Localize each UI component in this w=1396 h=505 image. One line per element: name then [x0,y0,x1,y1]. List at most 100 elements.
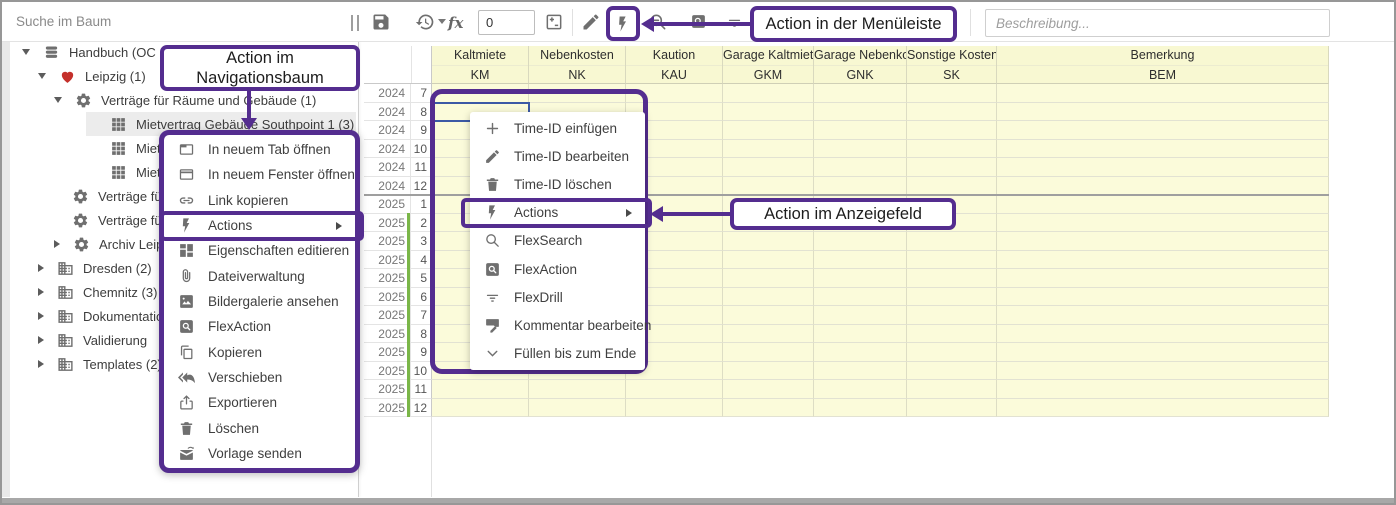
grid-menu-item[interactable]: FlexAction [470,255,645,283]
row-year-label[interactable]: 2025 [364,399,411,418]
grid-menu-item[interactable]: Kommentar bearbeiten [470,312,645,340]
calculator-icon[interactable] [544,12,564,32]
grid-cell[interactable] [814,232,907,251]
row-year-label[interactable]: 2025 [364,288,411,307]
grid-cell[interactable] [814,84,907,103]
grid-cell[interactable] [907,232,997,251]
nav-menu-item[interactable]: Kopieren [164,340,355,365]
grid-cell[interactable] [907,121,997,140]
row-month-label[interactable]: 10 [411,140,432,159]
nav-menu-item[interactable]: Dateiverwaltung [164,264,355,289]
grid-cell[interactable] [723,269,814,288]
grid-cell[interactable] [529,380,626,399]
panel-drag-handle[interactable] [351,15,359,31]
row-year-label[interactable]: 2024 [364,177,411,196]
flash-icon[interactable] [614,15,632,33]
grid-cell[interactable] [814,362,907,381]
row-month-label[interactable]: 7 [411,84,432,103]
row-year-label[interactable]: 2025 [364,232,411,251]
expander-closed-icon[interactable] [38,264,44,272]
tree-item[interactable]: Verträge für Räume und Gebäude (1) [4,88,358,112]
description-input[interactable] [985,9,1330,37]
row-year-label[interactable]: 2025 [364,380,411,399]
grid-cell[interactable] [723,158,814,177]
grid-cell[interactable] [907,399,997,418]
brush-icon[interactable] [581,12,601,32]
row-year-label[interactable]: 2025 [364,325,411,344]
row-year-label[interactable]: 2024 [364,158,411,177]
row-month-label[interactable]: 4 [411,251,432,270]
nav-menu-item[interactable]: Vorlage senden [164,441,355,466]
grid-cell[interactable] [723,251,814,270]
grid-cell[interactable] [997,306,1329,325]
row-month-label[interactable]: 3 [411,232,432,251]
grid-menu-item[interactable]: Füllen bis zum Ende [470,340,645,368]
row-month-label[interactable]: 7 [411,306,432,325]
row-month-label[interactable]: 2 [411,214,432,233]
grid-cell[interactable] [814,121,907,140]
grid-cell[interactable] [814,306,907,325]
row-year-label[interactable]: 2024 [364,84,411,103]
fx-dropdown-icon[interactable]: fx [438,14,463,32]
grid-cell[interactable] [907,158,997,177]
grid-menu-item[interactable]: Time-ID bearbeiten [470,142,645,170]
grid-menu-item[interactable]: Time-ID löschen [470,170,645,198]
history-icon[interactable] [415,12,435,32]
grid-cell[interactable] [626,380,723,399]
grid-cell[interactable] [997,140,1329,159]
save-icon[interactable] [371,12,391,32]
expander-open-icon[interactable] [54,97,62,103]
expander-closed-icon[interactable] [38,288,44,296]
grid-menu-item[interactable]: FlexDrill [470,283,645,311]
grid-cell[interactable] [997,214,1329,233]
nav-menu-item[interactable]: In neuem Fenster öffnen [164,162,355,187]
grid-cell[interactable] [997,288,1329,307]
row-year-label[interactable]: 2025 [364,343,411,362]
grid-cell[interactable] [529,399,626,418]
grid-cell[interactable] [723,177,814,196]
row-month-label[interactable]: 11 [411,158,432,177]
row-month-label[interactable]: 8 [411,325,432,344]
grid-menu-item[interactable]: FlexSearch [470,227,645,255]
row-year-label[interactable]: 2025 [364,269,411,288]
grid-cell[interactable] [997,362,1329,381]
expander-closed-icon[interactable] [38,360,44,368]
grid-cell[interactable] [907,140,997,159]
row-year-label[interactable]: 2025 [364,362,411,381]
grid-cell[interactable] [997,232,1329,251]
row-month-label[interactable]: 5 [411,269,432,288]
nav-menu-item[interactable]: Verschieben [164,365,355,390]
value-input[interactable] [478,10,535,35]
grid-cell[interactable] [907,325,997,344]
grid-cell[interactable] [814,325,907,344]
grid-cell[interactable] [907,251,997,270]
row-month-label[interactable]: 12 [411,399,432,418]
grid-cell[interactable] [814,380,907,399]
row-month-label[interactable]: 12 [411,177,432,196]
grid-cell[interactable] [997,325,1329,344]
grid-cell[interactable] [997,269,1329,288]
grid-cell[interactable] [814,158,907,177]
column-header[interactable]: KaltmieteKM [432,46,529,84]
grid-cell[interactable] [997,84,1329,103]
grid-cell[interactable] [432,399,529,418]
column-header[interactable]: Sonstige KostenSK [907,46,997,84]
grid-cell[interactable] [907,288,997,307]
grid-cell[interactable] [814,288,907,307]
grid-cell[interactable] [723,84,814,103]
row-year-label[interactable]: 2024 [364,103,411,122]
expander-closed-icon[interactable] [38,312,44,320]
column-header[interactable]: KautionKAU [626,46,723,84]
tree-search-input[interactable] [14,7,334,36]
grid-cell[interactable] [723,121,814,140]
grid-cell[interactable] [997,380,1329,399]
row-month-label[interactable]: 9 [411,121,432,140]
grid-cell[interactable] [814,343,907,362]
grid-cell[interactable] [907,177,997,196]
grid-cell[interactable] [723,325,814,344]
grid-cell[interactable] [723,380,814,399]
column-header[interactable]: Garage NebenkostenGNK [814,46,907,84]
expander-closed-icon[interactable] [38,336,44,344]
grid-cell[interactable] [997,158,1329,177]
nav-menu-item[interactable]: FlexAction [164,314,355,339]
